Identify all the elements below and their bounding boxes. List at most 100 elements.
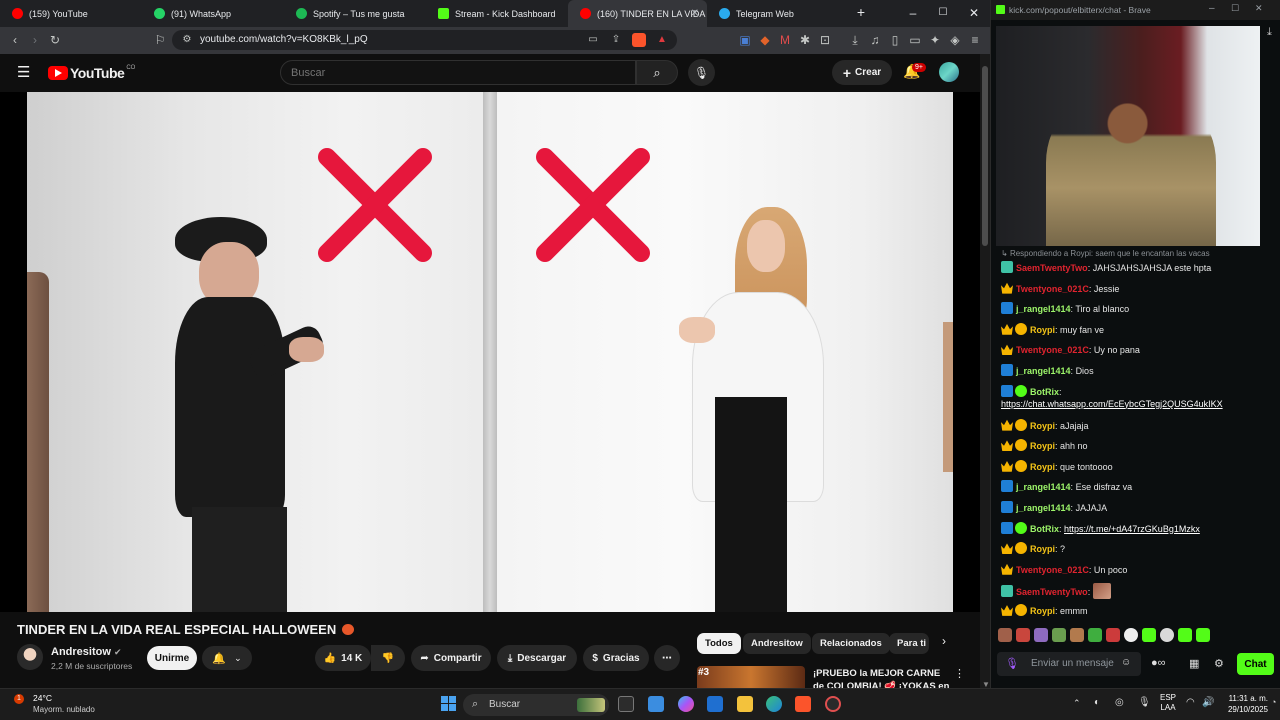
brave-rewards-icon[interactable]: ▲ bbox=[655, 33, 669, 47]
tab-spotify[interactable]: Spotify – Tus me gusta bbox=[284, 0, 426, 27]
download-button[interactable]: ⤓ Descargar bbox=[497, 645, 577, 671]
temperature[interactable]: 24°C bbox=[33, 693, 52, 703]
more-actions-button[interactable]: ⋯ bbox=[654, 645, 680, 671]
chat-username[interactable]: Twentyone_021C bbox=[1016, 284, 1089, 294]
chat-message[interactable]: BotRix: https://t.me/+dA47rzGKuBg1Mzkx bbox=[1001, 520, 1271, 541]
microphone-icon[interactable]: 🎙 bbox=[1138, 697, 1151, 708]
chat-message[interactable]: Roypi: aJajaja bbox=[1001, 417, 1271, 438]
chat-message[interactable]: Roypi: ahh no bbox=[1001, 437, 1271, 458]
chat-message[interactable]: j_rangel1414: Ese disfraz va bbox=[1001, 478, 1271, 499]
obs-icon[interactable] bbox=[825, 696, 841, 712]
media-icon[interactable]: ♫ bbox=[868, 33, 882, 47]
share-button[interactable]: ➦ Compartir bbox=[411, 645, 491, 671]
minimize-icon[interactable]: – bbox=[906, 6, 920, 20]
chat-message[interactable]: j_rangel1414: Tiro al blanco bbox=[1001, 300, 1271, 321]
chat-message[interactable]: SaemTwentyTwo: bbox=[1001, 581, 1271, 602]
chat-message[interactable]: Roypi: muy fan ve bbox=[1001, 321, 1271, 342]
voice-search-button[interactable]: 🎙 bbox=[688, 59, 715, 86]
chat-message[interactable]: Roypi: ? bbox=[1001, 540, 1271, 561]
windows-start-icon[interactable] bbox=[441, 696, 456, 711]
forward-icon[interactable]: › bbox=[28, 33, 42, 47]
youtube-logo[interactable]: YouTube CO bbox=[48, 65, 135, 81]
send-chat-button[interactable]: Chat bbox=[1237, 653, 1274, 675]
tray-app-icon[interactable]: ◐ bbox=[1094, 697, 1100, 708]
chat-message[interactable]: SaemTwentyTwo: JAHSJAHSJAHSJA este hpta bbox=[1001, 259, 1271, 280]
emote-icon[interactable] bbox=[1088, 628, 1102, 642]
brave-icon[interactable] bbox=[795, 696, 811, 712]
close-tab-icon[interactable]: ✕ bbox=[691, 8, 699, 19]
chat-username[interactable]: Roypi bbox=[1030, 606, 1055, 616]
new-tab-icon[interactable]: + bbox=[854, 4, 868, 20]
file-explorer-icon[interactable] bbox=[737, 696, 753, 712]
chip-for-you[interactable]: Para ti bbox=[889, 633, 929, 654]
search-button[interactable]: ⌕ bbox=[636, 60, 678, 85]
join-button[interactable]: Unirme bbox=[147, 646, 197, 670]
maximize-icon[interactable]: ☐ bbox=[936, 7, 950, 18]
chat-username[interactable]: Roypi bbox=[1030, 462, 1055, 472]
chat-input[interactable]: 🎙 Enviar un mensaje ☺ bbox=[997, 652, 1141, 676]
stream-video[interactable] bbox=[996, 26, 1260, 246]
menu-icon[interactable]: ≡ bbox=[968, 33, 982, 47]
channel-name[interactable]: Andresitow ✔ bbox=[51, 646, 122, 658]
emote-icon[interactable] bbox=[1016, 628, 1030, 642]
chat-username[interactable]: j_rangel1414 bbox=[1016, 304, 1071, 314]
vpn-icon[interactable]: ◈ bbox=[948, 33, 962, 47]
emote-icon[interactable] bbox=[1160, 628, 1174, 642]
chat-message[interactable]: Roypi: que tontoooo bbox=[1001, 458, 1271, 479]
create-button[interactable]: + Crear bbox=[832, 60, 892, 85]
address-bar[interactable]: ⚙ youtube.com/watch?v=KO8KBk_l_pQ ▭ ⇪ ▲ bbox=[172, 30, 677, 50]
taskbar-search[interactable]: ⌕ Buscar bbox=[463, 694, 609, 716]
scrollbar-thumb[interactable] bbox=[982, 66, 988, 246]
tab-telegram[interactable]: Telegram Web bbox=[707, 0, 849, 27]
cast-icon[interactable]: ▭ bbox=[586, 33, 600, 47]
emote-icon[interactable] bbox=[1178, 628, 1192, 642]
store-icon[interactable] bbox=[707, 696, 723, 712]
extension-icon[interactable]: ◆ bbox=[758, 33, 772, 47]
chat-username[interactable]: Roypi bbox=[1030, 441, 1055, 451]
download-icon[interactable]: ⤓ bbox=[1267, 26, 1272, 39]
tab-youtube[interactable]: (159) YouTube bbox=[0, 0, 142, 27]
search-input[interactable] bbox=[280, 60, 636, 85]
chevron-up-icon[interactable]: ⌃ bbox=[1073, 698, 1081, 709]
chat-message[interactable]: Twentyone_021C: Uy no pana bbox=[1001, 341, 1271, 362]
share-icon[interactable]: ⇪ bbox=[609, 33, 623, 47]
chat-message[interactable]: BotRix: https://chat.whatsapp.com/EcEybc… bbox=[1001, 383, 1271, 417]
notification-bell-button[interactable]: 🔔 ⌄ bbox=[202, 646, 252, 670]
points-icon[interactable]: ●∞ bbox=[1151, 657, 1166, 669]
store-icon[interactable]: ▦ bbox=[1189, 657, 1199, 670]
chat-username[interactable]: Twentyone_021C bbox=[1016, 565, 1089, 575]
chat-username[interactable]: SaemTwentyTwo bbox=[1016, 263, 1088, 273]
chat-username[interactable]: j_rangel1414 bbox=[1016, 503, 1071, 513]
avatar[interactable] bbox=[939, 62, 959, 82]
maximize-icon[interactable]: ☐ bbox=[1231, 3, 1239, 14]
like-button[interactable]: 👍 14 K bbox=[315, 645, 371, 671]
copilot-icon[interactable] bbox=[678, 696, 694, 712]
language-indicator[interactable]: ESP LAA bbox=[1160, 693, 1176, 713]
screenshot-icon[interactable]: ⊡ bbox=[818, 33, 832, 47]
emote-icon[interactable] bbox=[998, 628, 1012, 642]
settings-gear-icon[interactable]: ⚙ bbox=[1214, 657, 1224, 670]
tab-tinder-video[interactable]: (160) TINDER EN LA VIDA ✕ bbox=[568, 0, 707, 27]
video-player[interactable] bbox=[0, 92, 980, 612]
more-vert-icon[interactable]: ⋮ bbox=[954, 667, 965, 680]
chip-all[interactable]: Todos bbox=[697, 633, 741, 654]
notification-center-icon[interactable]: ◔ bbox=[1271, 697, 1276, 707]
reload-icon[interactable]: ↻ bbox=[48, 33, 62, 47]
task-view-icon[interactable] bbox=[618, 696, 634, 712]
emote-icon[interactable] bbox=[1070, 628, 1084, 642]
microphone-icon[interactable]: 🎙 bbox=[1005, 657, 1019, 670]
channel-avatar[interactable] bbox=[17, 644, 43, 670]
edge-icon[interactable] bbox=[766, 696, 782, 712]
recommended-title[interactable]: ¡PRUEBO la MEJOR CARNE de COLOMBIA! 🥩 ¡Y… bbox=[813, 667, 953, 688]
chat-username[interactable]: Roypi bbox=[1030, 544, 1055, 554]
chat-username[interactable]: BotRix bbox=[1030, 387, 1059, 397]
chat-username[interactable]: Roypi bbox=[1030, 325, 1055, 335]
chat-username[interactable]: Twentyone_021C bbox=[1016, 345, 1089, 355]
chat-message[interactable]: Twentyone_021C: Un poco bbox=[1001, 561, 1271, 582]
emote-icon[interactable] bbox=[1142, 628, 1156, 642]
chip-andresitow[interactable]: Andresitow bbox=[743, 633, 811, 654]
close-window-icon[interactable]: ✕ bbox=[967, 6, 981, 20]
weather-text[interactable]: Mayorm. nublado bbox=[33, 705, 95, 714]
leo-icon[interactable]: ✦ bbox=[928, 33, 942, 47]
chevron-right-icon[interactable]: › bbox=[942, 634, 946, 648]
